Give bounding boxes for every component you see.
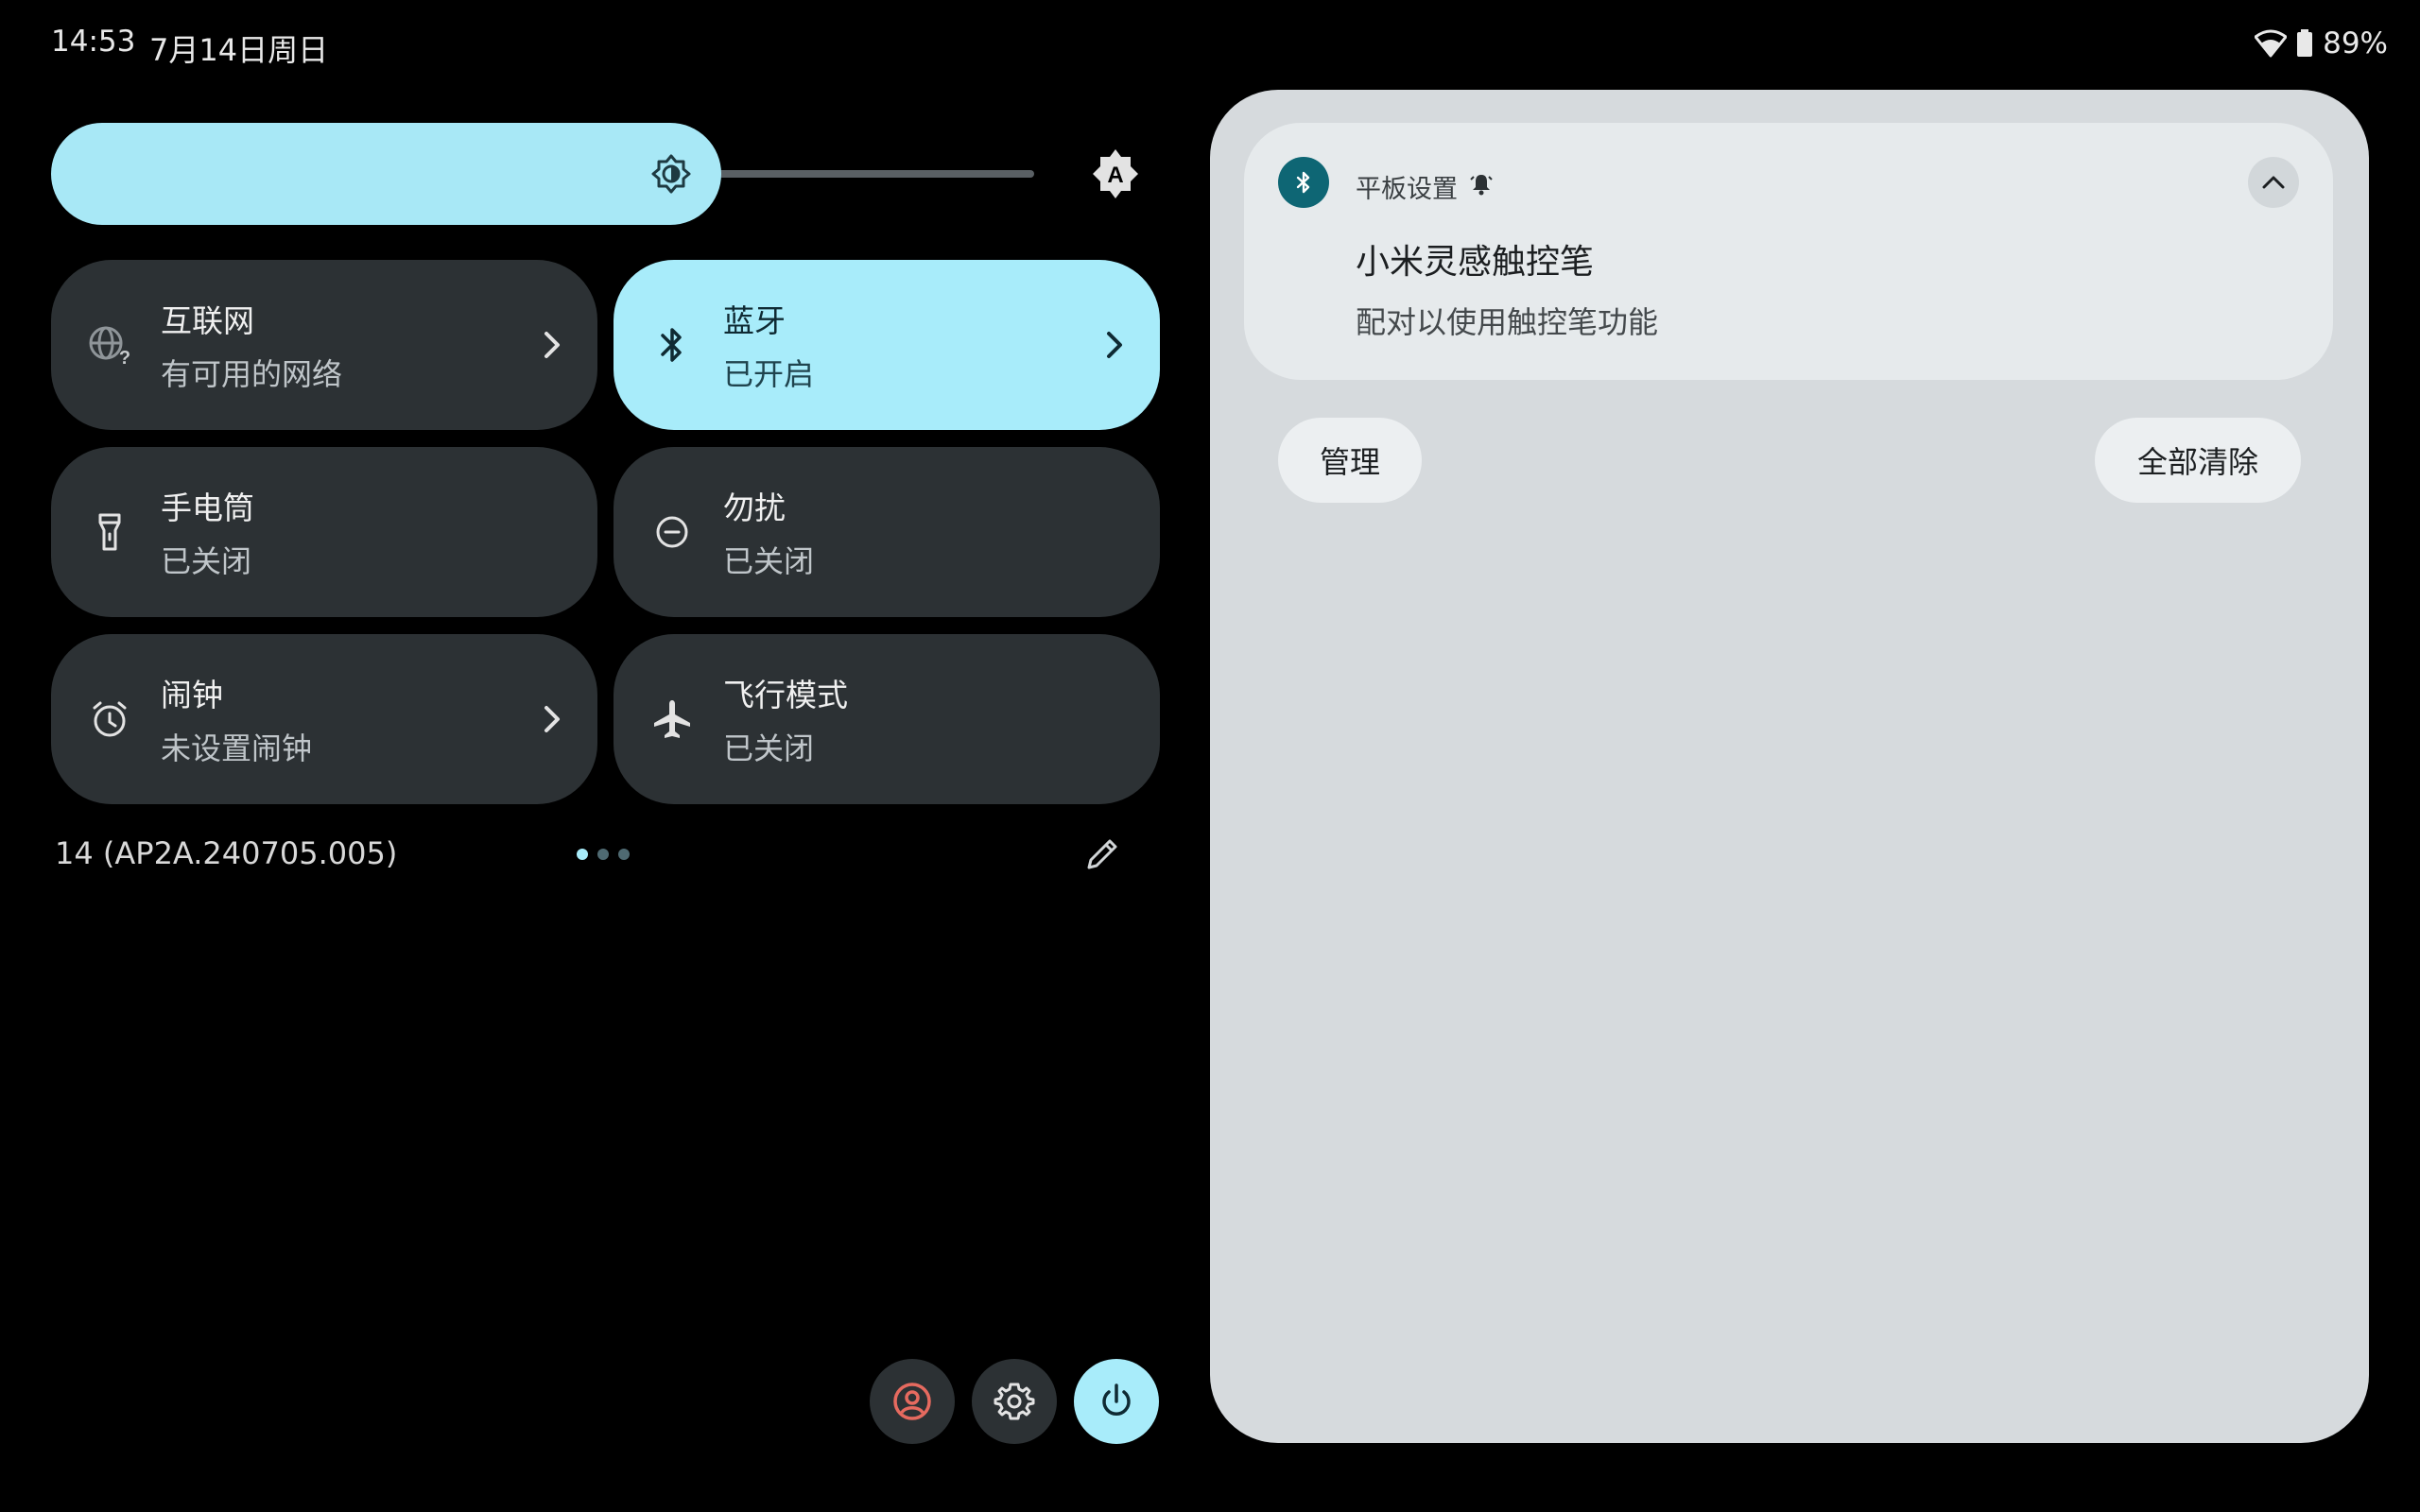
bluetooth-icon [1278, 157, 1329, 208]
svg-text:A: A [1107, 163, 1123, 188]
auto-brightness-icon[interactable]: A [1089, 147, 1142, 200]
tile-subtitle: 已关闭 [723, 730, 815, 766]
user-icon [891, 1381, 933, 1422]
tile-title: 手电筒 [161, 490, 254, 526]
airplane-icon [649, 696, 695, 742]
tile-bluetooth[interactable]: 蓝牙 已开启 [614, 260, 1160, 430]
flashlight-icon [87, 509, 132, 555]
page-dot [577, 849, 588, 860]
power-button[interactable] [1074, 1359, 1159, 1444]
edit-icon[interactable] [1081, 833, 1123, 875]
bluetooth-icon [649, 322, 695, 368]
battery-percent: 89% [2323, 26, 2388, 60]
globe-question-icon: ? [87, 322, 132, 368]
tile-subtitle: 未设置闹钟 [161, 730, 313, 766]
collapse-button[interactable] [2248, 157, 2299, 208]
notification-app-name: 平板设置 [1356, 175, 1458, 204]
chevron-right-icon[interactable] [541, 322, 563, 368]
tile-title: 勿扰 [723, 490, 786, 526]
do-not-disturb-icon [649, 509, 695, 555]
tile-subtitle: 已关闭 [161, 543, 252, 579]
page-dot [597, 849, 609, 860]
tile-alarm[interactable]: 闹钟 未设置闹钟 [51, 634, 597, 804]
tile-title: 飞行模式 [723, 677, 848, 713]
page-dot [618, 849, 630, 860]
brightness-fill[interactable] [51, 123, 721, 225]
bell-icon [1469, 172, 1494, 197]
gear-icon [994, 1381, 1035, 1422]
chevron-right-icon[interactable] [541, 696, 563, 742]
tile-do-not-disturb[interactable]: 勿扰 已关闭 [614, 447, 1160, 617]
tile-subtitle: 已关闭 [723, 543, 815, 579]
notification-title: 小米灵感触控笔 [1356, 243, 1595, 282]
tile-airplane-mode[interactable]: 飞行模式 已关闭 [614, 634, 1160, 804]
svg-text:?: ? [119, 348, 130, 368]
battery-icon [2296, 29, 2313, 58]
power-icon [1096, 1381, 1137, 1422]
tile-subtitle: 有可用的网络 [161, 356, 343, 392]
notification-body: 配对以使用触控笔功能 [1356, 304, 1659, 340]
brightness-rail [713, 170, 1034, 178]
wifi-icon [2255, 29, 2288, 58]
chevron-right-icon[interactable] [1103, 322, 1126, 368]
chevron-up-icon [2258, 167, 2289, 198]
tile-title: 闹钟 [161, 677, 223, 713]
tile-title: 互联网 [161, 302, 254, 339]
manage-button[interactable]: 管理 [1278, 418, 1422, 503]
page-indicator [577, 849, 630, 860]
tile-flashlight[interactable]: 手电筒 已关闭 [51, 447, 597, 617]
user-switch-button[interactable] [870, 1359, 955, 1444]
clear-all-button[interactable]: 全部清除 [2095, 418, 2301, 503]
tile-title: 蓝牙 [723, 302, 786, 339]
tile-subtitle: 已开启 [723, 356, 815, 392]
status-time: 14:53 [51, 25, 136, 59]
status-icons: 89% [2255, 26, 2388, 60]
status-date: 7月14日周日 [149, 32, 329, 68]
alarm-icon [87, 696, 132, 742]
tile-internet[interactable]: ? 互联网 有可用的网络 [51, 260, 597, 430]
brightness-icon [651, 154, 691, 194]
brightness-slider[interactable] [51, 123, 1034, 225]
build-number[interactable]: 14 (AP2A.240705.005) [55, 835, 397, 871]
settings-button[interactable] [972, 1359, 1057, 1444]
